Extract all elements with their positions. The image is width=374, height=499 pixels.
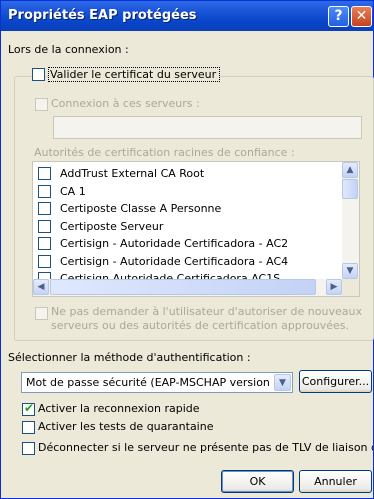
quarantine-checkbox[interactable] [22, 421, 35, 434]
connect-servers-checkbox[interactable] [35, 98, 48, 111]
scroll-down-icon[interactable]: ▼ [342, 263, 358, 279]
help-button[interactable]: ? [328, 6, 349, 27]
quarantine-label[interactable]: Activer les tests de quarantaine [38, 420, 213, 433]
no-prompt-label-line1: Ne pas demander à l'utilisateur d'autori… [51, 305, 362, 318]
close-icon: ✕ [355, 8, 368, 24]
scroll-right-icon[interactable]: ▶ [326, 279, 342, 295]
ca-name: Certiposte Classe A Personne [60, 202, 222, 215]
connect-servers-label: Connexion à ces serveurs : [51, 97, 200, 110]
dialog-window: Propriétés EAP protégées ? ✕ Lors de la … [0, 0, 374, 499]
ca-checkbox[interactable] [38, 167, 51, 180]
auth-method-label: Sélectionner la méthode d'authentificati… [8, 351, 251, 364]
ca-checkbox[interactable] [38, 254, 51, 268]
disconnect-tlv-checkbox[interactable] [22, 442, 35, 455]
configure-button[interactable]: Configurer... [299, 370, 372, 393]
no-prompt-label-line2: serveurs ou des autorités de certificati… [51, 319, 350, 332]
dialog-title: Propriétés EAP protégées [8, 8, 197, 23]
no-prompt-checkbox[interactable] [35, 307, 48, 320]
ca-name: Certiposte Serveur [60, 219, 164, 233]
validate-cert-label[interactable]: Valider le certificat du serveur [48, 67, 221, 82]
auth-method-value: Mot de passe sécurité (EAP-MSCHAP versio… [26, 376, 285, 389]
scroll-up-icon[interactable]: ▲ [342, 162, 358, 178]
root-ca-label: Autorités de certification racines de co… [34, 146, 295, 159]
close-button[interactable]: ✕ [351, 6, 372, 27]
ca-name: AddTrust External CA Root [60, 167, 205, 180]
horizontal-scroll-thumb[interactable] [50, 279, 316, 295]
connection-heading: Lors de la connexion : [8, 43, 129, 56]
fast-reconnect-checkbox[interactable]: ✔ [22, 401, 35, 416]
checkmark-icon: ✔ [24, 401, 35, 415]
validate-cert-checkbox[interactable] [32, 68, 45, 81]
scroll-left-icon[interactable]: ◀ [33, 279, 49, 295]
scroll-corner [342, 279, 359, 296]
ca-checkbox[interactable] [38, 219, 51, 233]
ca-name: CA 1 [60, 184, 86, 198]
cancel-button[interactable]: Annuler [299, 470, 372, 493]
horizontal-scrollbar[interactable]: ◀ ▶ [33, 279, 342, 296]
servers-input[interactable] [53, 116, 362, 139]
ca-checkbox[interactable] [38, 202, 51, 215]
title-bar[interactable]: Propriétés EAP protégées ? ✕ [1, 1, 373, 31]
chevron-down-icon[interactable]: ▼ [274, 374, 291, 391]
disconnect-tlv-label[interactable]: Déconnecter si le serveur ne présente pa… [38, 441, 373, 454]
root-ca-list[interactable]: AddTrust External CA Root CA 1 Certiposte … [32, 161, 360, 297]
ca-checkbox[interactable] [38, 237, 51, 250]
help-icon: ? [334, 8, 343, 24]
ok-button[interactable]: OK [221, 470, 294, 493]
vertical-scroll-thumb[interactable] [342, 179, 358, 199]
ca-name: Certisign - Autoridade Certificadora - A… [60, 254, 289, 268]
ca-checkbox[interactable] [38, 184, 51, 198]
ca-name: Certisign - Autoridade Certificadora - A… [60, 237, 289, 250]
fast-reconnect-label[interactable]: Activer la reconnexion rapide [38, 402, 200, 415]
vertical-scrollbar[interactable]: ▲ ▼ [342, 162, 359, 279]
auth-method-select[interactable]: Mot de passe sécurité (EAP-MSCHAP versio… [21, 372, 293, 393]
